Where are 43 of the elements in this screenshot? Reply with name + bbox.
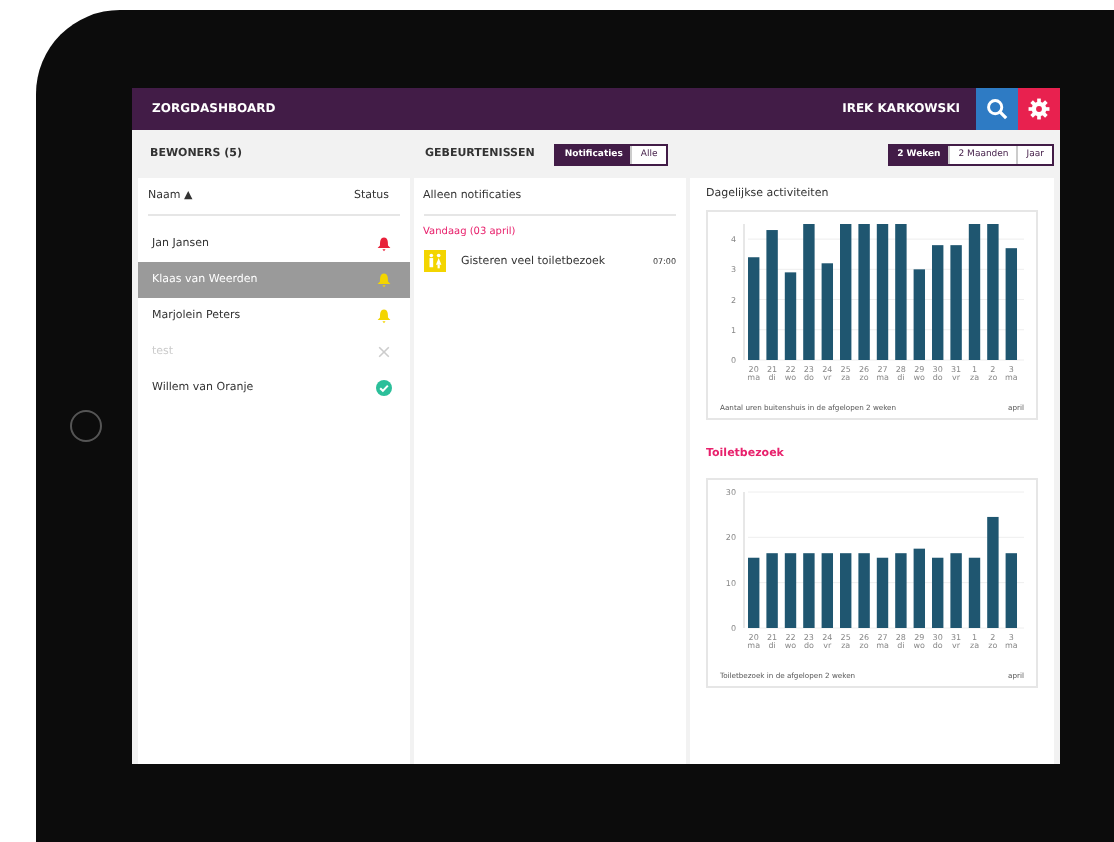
search-button[interactable] [976, 88, 1018, 130]
bar [968, 557, 981, 628]
bell-icon [375, 272, 391, 288]
bar [987, 224, 999, 360]
bar [913, 269, 925, 360]
bell-icon [375, 308, 391, 324]
bar [766, 553, 778, 628]
bar [858, 553, 870, 628]
bar [1005, 248, 1017, 360]
bar [840, 224, 852, 360]
cross-icon [375, 344, 391, 360]
y-axis-line [743, 223, 745, 361]
bar [766, 230, 778, 360]
bar [913, 548, 925, 628]
bar [784, 272, 797, 360]
bar [950, 553, 962, 628]
bar [987, 516, 999, 628]
bar [895, 553, 907, 628]
bar [821, 263, 833, 360]
y-axis-line [743, 491, 745, 629]
restroom-icon [423, 250, 445, 272]
bar [858, 224, 870, 360]
bar [876, 224, 889, 360]
bar [932, 557, 944, 628]
bar [968, 224, 981, 360]
settings-icon [1028, 98, 1050, 120]
bar [932, 245, 944, 360]
bar [803, 553, 815, 628]
bar [803, 224, 815, 360]
bar [840, 553, 852, 628]
check-icon [375, 380, 391, 396]
bell-icon [375, 236, 391, 252]
bar [748, 257, 760, 360]
settings-button[interactable] [1018, 88, 1060, 130]
bar [895, 224, 907, 360]
bar [950, 245, 962, 360]
search-icon [986, 98, 1008, 120]
bar [1005, 553, 1017, 628]
bar [876, 557, 889, 628]
bar [748, 557, 760, 628]
bar [821, 553, 833, 628]
bar [784, 553, 797, 628]
home-button[interactable] [70, 410, 102, 442]
